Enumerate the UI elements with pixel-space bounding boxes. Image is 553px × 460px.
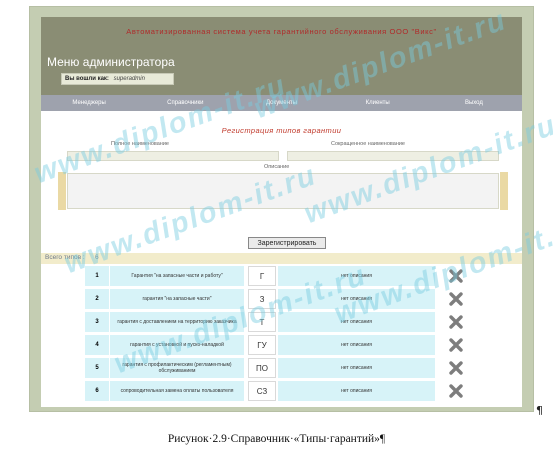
- row-number: 4: [85, 335, 109, 355]
- total-label: Всего типов :: [45, 254, 85, 261]
- app-frame: Автоматизированная система учета гаранти…: [29, 6, 534, 412]
- row-short-name: Т: [248, 312, 276, 332]
- delete-icon[interactable]: [445, 312, 467, 332]
- nav-item-references[interactable]: Справочники: [137, 100, 233, 106]
- delete-icon[interactable]: [445, 358, 467, 378]
- list-summary-bar: Всего типов : 6: [41, 253, 522, 264]
- delete-icon[interactable]: [445, 335, 467, 355]
- delete-icon[interactable]: [445, 266, 467, 286]
- table-row: 4 гарантия с установкой и пуско-наладкой…: [85, 335, 485, 357]
- page-title: Меню администратора: [47, 55, 175, 69]
- row-name: гарантия с доставлением на территорию за…: [110, 312, 244, 332]
- table-row: 6 сопроводительная замена оплаты пользов…: [85, 381, 485, 403]
- total-count: 6: [95, 254, 99, 261]
- description-right-tab: [500, 172, 508, 210]
- row-number: 6: [85, 381, 109, 401]
- nav-item-managers[interactable]: Менеджеры: [41, 100, 137, 106]
- form-title: Регистрация типов гарантии: [221, 126, 342, 135]
- table-row: 1 Гарантия "на запасные части и работу" …: [85, 266, 485, 288]
- row-name: сопроводительная замена оплаты пользоват…: [110, 381, 244, 401]
- row-short-name: З: [248, 289, 276, 309]
- row-short-name: ПО: [248, 358, 276, 378]
- system-title: Автоматизированная система учета гаранти…: [126, 27, 437, 36]
- pilcrow-mark: ¶: [536, 404, 543, 417]
- row-number: 3: [85, 312, 109, 332]
- row-description: нет описания: [278, 266, 435, 286]
- row-number: 5: [85, 358, 109, 378]
- row-description: нет описания: [278, 358, 435, 378]
- row-name: гарантия "на запасные части": [110, 289, 244, 309]
- nav-item-documents[interactable]: Документы: [233, 100, 329, 106]
- nav-bar: Менеджеры Справочники Документы Клиенты …: [41, 95, 522, 111]
- row-description: нет описания: [278, 381, 435, 401]
- row-short-name: Г: [248, 266, 276, 286]
- login-info: Вы вошли как: superadmin: [61, 73, 174, 85]
- table-row: 2 гарантия "на запасные части" З нет опи…: [85, 289, 485, 311]
- short-name-input[interactable]: [287, 151, 499, 161]
- row-name: Гарантия "на запасные части и работу": [110, 266, 244, 286]
- row-short-name: ГУ: [248, 335, 276, 355]
- description-label: Описание: [264, 164, 290, 170]
- main-content: Регистрация типов гарантии Полное наимен…: [41, 111, 522, 407]
- row-name: гарантия с профилактическим (регламентны…: [110, 358, 244, 378]
- header: Автоматизированная система учета гаранти…: [41, 17, 522, 95]
- figure-caption: Рисунок·2.9·Справочник·«Типы·гарантий»¶: [167, 433, 386, 445]
- full-name-input[interactable]: [67, 151, 279, 161]
- nav-item-logout[interactable]: Выход: [426, 100, 522, 106]
- table-row: 3 гарантия с доставлением на территорию …: [85, 312, 485, 334]
- row-description: нет описания: [278, 289, 435, 309]
- row-number: 2: [85, 289, 109, 309]
- description-left-tab: [58, 172, 66, 210]
- login-user: superadmin: [113, 76, 145, 82]
- login-label: Вы вошли как:: [65, 76, 109, 82]
- row-description: нет описания: [278, 312, 435, 332]
- warranty-types-table: 1 Гарантия "на запасные части и работу" …: [85, 266, 485, 404]
- nav-item-clients[interactable]: Клиенты: [330, 100, 426, 106]
- delete-icon[interactable]: [445, 289, 467, 309]
- register-button[interactable]: Зарегистрировать: [248, 237, 326, 249]
- row-description: нет описания: [278, 335, 435, 355]
- short-name-label: Сокращенное наименование: [331, 141, 405, 147]
- row-name: гарантия с установкой и пуско-наладкой: [110, 335, 244, 355]
- row-number: 1: [85, 266, 109, 286]
- delete-icon[interactable]: [445, 381, 467, 401]
- full-name-label: Полное наименование: [111, 141, 169, 147]
- description-textarea[interactable]: [67, 173, 499, 209]
- row-short-name: СЗ: [248, 381, 276, 401]
- table-row: 5 гарантия с профилактическим (регламент…: [85, 358, 485, 380]
